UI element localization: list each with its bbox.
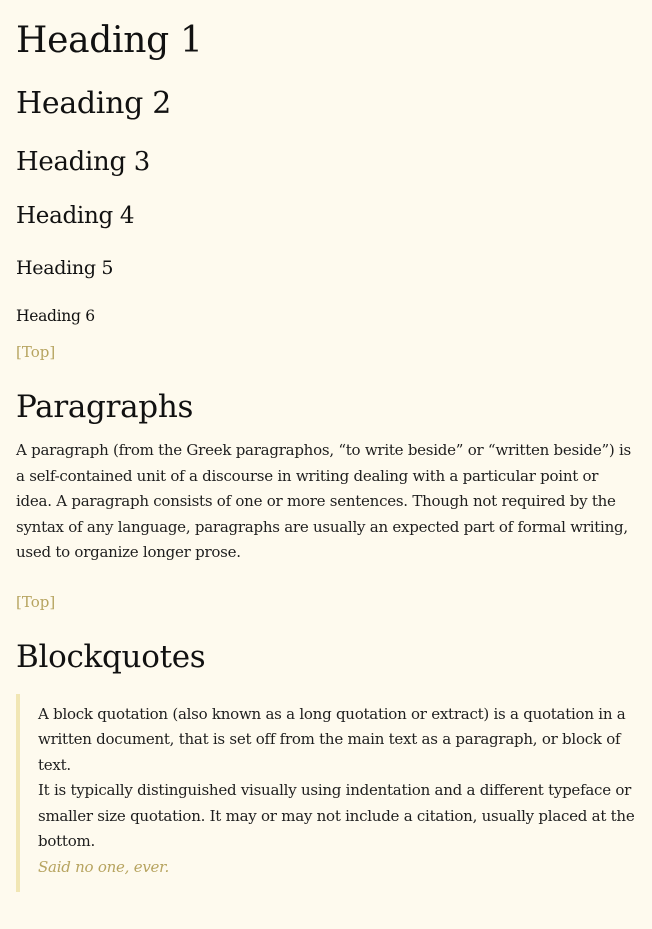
top-link-paragraphs[interactable]: [Top] <box>16 592 55 612</box>
heading-1: Heading 1 <box>16 20 203 61</box>
heading-3: Heading 3 <box>16 147 151 177</box>
top-link-headings[interactable]: [Top] <box>16 342 55 362</box>
heading-4: Heading 4 <box>16 203 135 229</box>
blockquote-paragraph-2: It is typically distinguished visually u… <box>38 781 635 850</box>
heading-2: Heading 2 <box>16 86 172 121</box>
blockquote-citation: Said no one, ever. <box>38 857 169 876</box>
blockquote: A block quotation (also known as a long … <box>16 693 636 892</box>
heading-6: Heading 6 <box>16 307 95 325</box>
heading-5: Heading 5 <box>16 257 114 279</box>
paragraphs-title: Paragraphs <box>16 389 194 425</box>
blockquotes-title: Blockquotes <box>16 638 206 675</box>
blockquote-paragraph-1: A block quotation (also known as a long … <box>38 704 626 774</box>
page-content: Heading 1 Heading 2 Heading 3 Heading 4 … <box>0 0 652 892</box>
paragraph-text: A paragraph (from the Greek paragraphos,… <box>16 441 632 561</box>
